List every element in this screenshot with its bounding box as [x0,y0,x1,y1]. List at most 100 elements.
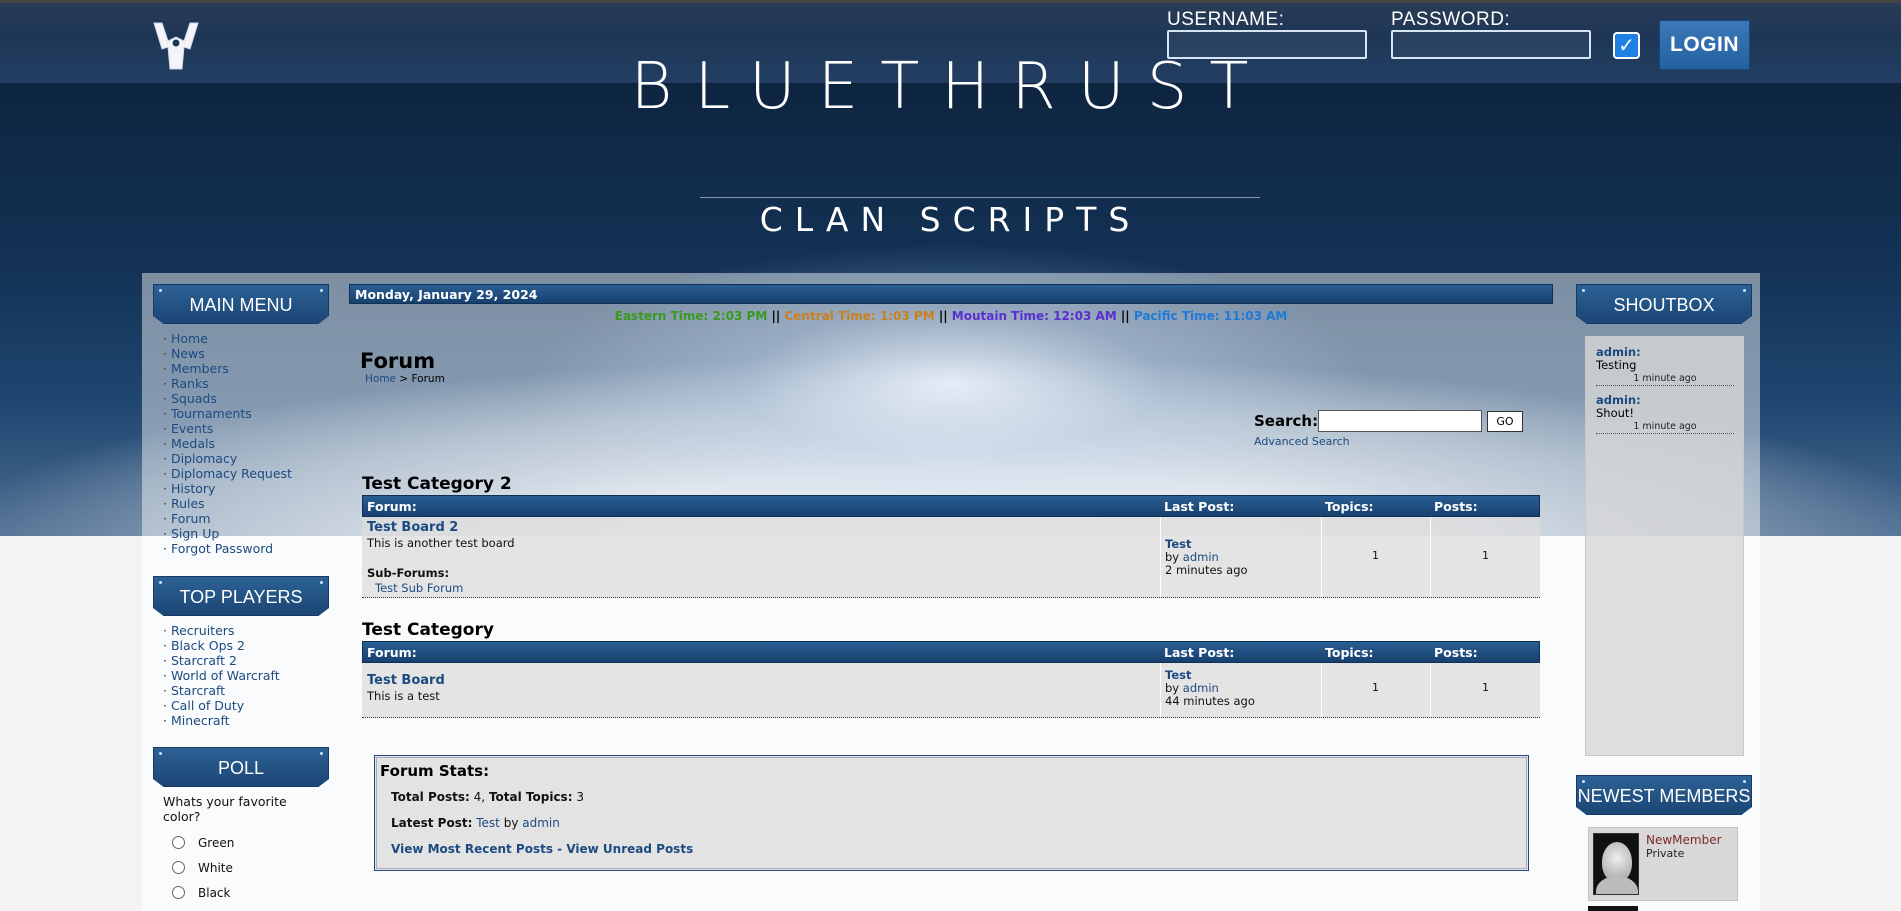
category-title: Test Category 2 [362,474,512,494]
avatar[interactable] [1593,833,1639,895]
last-post-time: 44 minutes ago [1165,694,1255,708]
menu-item: Tournaments [163,406,292,421]
top-players-starcraft-2[interactable]: Starcraft 2 [171,653,237,668]
top-players-starcraft[interactable]: Starcraft [171,683,225,698]
menu-item: News [163,346,292,361]
username-label: USERNAME: [1167,9,1285,30]
shout-user-link[interactable]: admin: [1596,345,1641,359]
central-time: Central Time: 1:03 PM [784,309,935,323]
menu-link-squads[interactable]: Squads [171,391,217,406]
menu-link-medals[interactable]: Medals [171,436,215,451]
header-topics: Topics: [1325,645,1374,660]
menu-link-rules[interactable]: Rules [171,496,205,511]
forum-stats-latest: Latest Post: Test by admin [391,816,560,830]
last-post-user-link[interactable]: admin [1183,681,1219,695]
menu-item: Medals [163,436,292,451]
menu-item: History [163,481,292,496]
banner-subtitle: CLAN SCRIPTS [759,200,1142,239]
poll-option-green[interactable]: Green [172,836,234,850]
menu-item: Ranks [163,376,292,391]
column-divider [1321,663,1322,717]
page-title: Forum [360,349,436,373]
topics-count: 1 [1372,681,1379,694]
eastern-time: Eastern Time: 2:03 PM [614,309,768,323]
menu-item: Call of Duty [163,698,280,713]
menu-link-diplomacy[interactable]: Diplomacy [171,451,237,466]
poll-option-white[interactable]: White [172,861,233,875]
board-description: This is a test [367,689,440,703]
forum-table: Forum: Last Post: Topics: Posts: Test Bo… [362,495,1540,598]
member-name-link[interactable]: NewMember [1646,833,1722,847]
column-divider [1160,663,1161,717]
category-title: Test Category [362,620,494,640]
next-member-avatar[interactable] [1588,906,1638,911]
last-post-user-link[interactable]: admin [1183,550,1219,564]
view-recent-posts-link[interactable]: View Most Recent Posts [391,842,553,856]
top-players-recruiters[interactable]: Recruiters [171,623,234,638]
posts-count: 1 [1482,549,1489,562]
column-divider [1160,517,1161,597]
newest-members-header: NEWEST MEMBERS [1576,775,1752,815]
member-rank: Private [1646,847,1685,860]
menu-item: Diplomacy [163,451,292,466]
pacific-time: Pacific Time: 11:03 AM [1133,309,1288,323]
menu-item: Minecraft [163,713,280,728]
header-forum: Forum: [367,645,417,660]
radio-button[interactable] [172,886,185,899]
subforum-link[interactable]: Test Sub Forum [375,581,463,595]
last-post-link[interactable]: Test [1165,537,1191,551]
forum-stats-title: Forum Stats: [380,762,490,780]
shout-message: Shout! [1596,406,1635,420]
latest-post-link[interactable]: Test [476,816,500,830]
column-divider [1430,517,1431,597]
menu-link-diplomacy-request[interactable]: Diplomacy Request [171,466,292,481]
top-players-world-of-warcraft[interactable]: World of Warcraft [171,668,280,683]
menu-link-members[interactable]: Members [171,361,229,376]
menu-item: Events [163,421,292,436]
menu-link-forum[interactable]: Forum [171,511,211,526]
advanced-search-link[interactable]: Advanced Search [1254,435,1350,448]
top-players-call-of-duty[interactable]: Call of Duty [171,698,244,713]
breadcrumb-current: Forum [411,373,445,385]
header-topics: Topics: [1325,499,1374,514]
menu-link-history[interactable]: History [171,481,215,496]
shout-user-link[interactable]: admin: [1596,393,1641,407]
radio-button[interactable] [172,836,185,849]
poll-option-black[interactable]: Black [172,886,230,900]
menu-link-home[interactable]: Home [171,331,208,346]
board-link[interactable]: Test Board [367,673,445,688]
menu-link-ranks[interactable]: Ranks [171,376,209,391]
search-go-button[interactable]: GO [1487,411,1523,432]
header-last-post: Last Post: [1164,499,1235,514]
menu-item: Squads [163,391,292,406]
latest-post-user-link[interactable]: admin [522,816,560,830]
shout-item: admin: Testing 1 minute ago [1596,346,1734,386]
table-row: Test Board 2 This is another test board … [362,517,1540,598]
radio-button[interactable] [172,861,185,874]
mountain-time: Moutain Time: 12:03 AM [951,309,1117,323]
menu-link-tournaments[interactable]: Tournaments [171,406,252,421]
search-input[interactable] [1318,410,1482,432]
breadcrumb-home[interactable]: Home [365,373,396,385]
shout-message: Testing [1596,358,1637,372]
topics-count: 1 [1372,549,1379,562]
board-description: This is another test board [367,536,515,550]
menu-link-events[interactable]: Events [171,421,213,436]
posts-count: 1 [1482,681,1489,694]
password-label: PASSWORD: [1391,9,1511,30]
menu-link-sign-up[interactable]: Sign Up [171,526,219,541]
last-post-link[interactable]: Test [1165,668,1191,682]
top-players-black-ops-2[interactable]: Black Ops 2 [171,638,245,653]
poll-header: POLL [153,747,329,787]
last-post: Test by admin 44 minutes ago [1165,668,1255,708]
board-link[interactable]: Test Board 2 [367,520,458,535]
menu-link-forgot-password[interactable]: Forgot Password [171,541,273,556]
view-unread-posts-link[interactable]: View Unread Posts [566,842,693,856]
newest-member-card[interactable]: NewMember Private [1588,827,1738,901]
menu-link-news[interactable]: News [171,346,205,361]
header-posts: Posts: [1434,499,1478,514]
menu-item: Starcraft 2 [163,653,280,668]
search-label: Search: [1254,412,1319,430]
menu-item: World of Warcraft [163,668,280,683]
top-players-minecraft[interactable]: Minecraft [171,713,230,728]
